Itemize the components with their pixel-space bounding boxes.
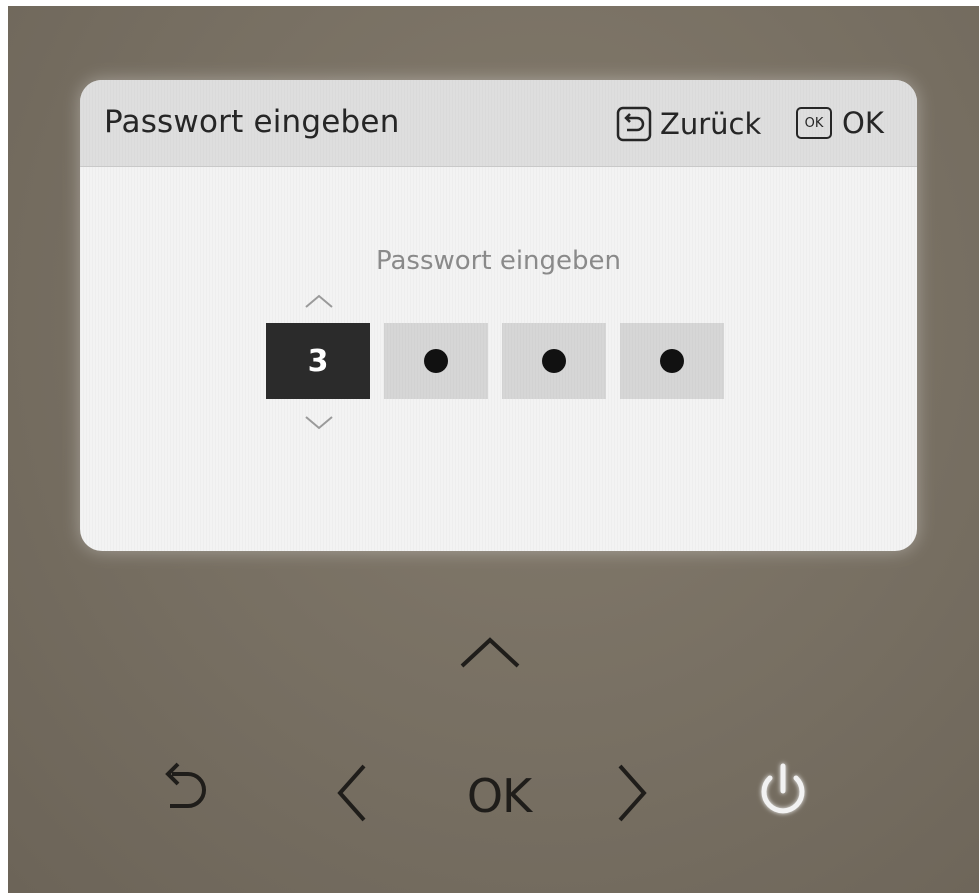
left-arrow-icon[interactable] (332, 760, 372, 826)
back-arrow-icon[interactable] (158, 758, 214, 822)
pin-digit-3[interactable] (502, 323, 606, 399)
pin-digit-4[interactable] (620, 323, 724, 399)
ok-label: OK (842, 106, 884, 140)
display-screen: Passwort eingeben Zurück OK OK Passwort … (80, 80, 917, 551)
pin-digit-1[interactable]: 3 (266, 323, 370, 399)
ok-button[interactable]: OK (454, 766, 544, 826)
digit-decrease-chevron-icon (305, 416, 333, 430)
password-prompt: Passwort eingeben (375, 246, 622, 276)
digit-increase-chevron-icon (305, 294, 333, 308)
masked-digit-dot (660, 349, 684, 373)
device-panel: Passwort eingeben Zurück OK OK Passwort … (8, 6, 979, 893)
pin-digit-2[interactable] (384, 323, 488, 399)
back-action-hint: Zurück (616, 106, 761, 142)
masked-digit-dot (542, 349, 566, 373)
ok-key-icon: OK (796, 107, 832, 139)
right-arrow-icon[interactable] (612, 760, 652, 826)
screen-header: Passwort eingeben Zurück OK OK (80, 80, 917, 167)
page-title: Passwort eingeben (104, 104, 400, 140)
ok-action-hint: OK OK (796, 106, 884, 140)
back-label: Zurück (660, 107, 762, 141)
back-icon (616, 106, 652, 142)
power-icon[interactable] (750, 758, 816, 824)
masked-digit-dot (424, 349, 448, 373)
up-arrow-icon[interactable] (458, 632, 522, 672)
